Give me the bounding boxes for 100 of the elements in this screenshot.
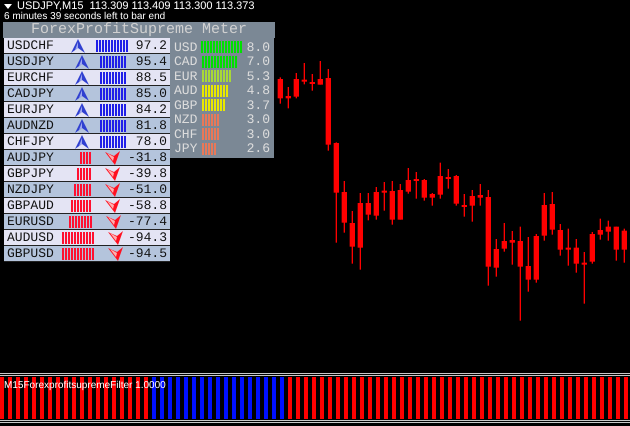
- pair-value: -39.8: [126, 166, 167, 181]
- pair-value: 97.2: [134, 38, 167, 53]
- strength-bars: [100, 104, 126, 116]
- strength-bars: [100, 72, 126, 84]
- candle: [286, 87, 291, 108]
- down-arrow-icon: [105, 150, 121, 164]
- currency-value: 3.0: [246, 112, 270, 128]
- pair-name: CHFJPY: [7, 134, 55, 149]
- candle: [342, 181, 347, 233]
- pair-value: -94.3: [128, 230, 167, 245]
- pair-name: EURJPY: [7, 102, 55, 117]
- up-arrow-icon: [74, 118, 90, 132]
- down-arrow-icon: [106, 214, 122, 228]
- currency-name: AUD: [174, 83, 198, 98]
- candle: [446, 169, 451, 189]
- candle: [526, 237, 531, 292]
- candle: [278, 77, 283, 104]
- candle: [590, 232, 595, 264]
- down-arrow-icon: [105, 198, 121, 212]
- candle: [606, 220, 611, 241]
- strength-bars: [100, 136, 126, 148]
- candle: [598, 218, 603, 240]
- pair-name: AUDJPY: [7, 150, 55, 165]
- currency-name: GBP: [174, 98, 198, 113]
- pair-value: -58.8: [126, 198, 167, 213]
- pair-value: 84.2: [134, 102, 167, 117]
- pair-value: 88.5: [134, 70, 167, 85]
- strength-bars: [77, 168, 91, 180]
- candle: [382, 182, 387, 211]
- up-arrow-icon: [70, 38, 86, 52]
- up-arrow-icon: [74, 86, 90, 100]
- candle: [294, 73, 299, 98]
- currency-value: 3.0: [246, 126, 270, 142]
- currency-value: 2.6: [246, 141, 270, 156]
- currency-name: USD: [174, 40, 198, 55]
- currency-name: JPY: [174, 141, 198, 156]
- countdown-text: 6 minutes 39 seconds left to bar end: [3, 12, 166, 22]
- dropdown-icon[interactable]: [4, 4, 12, 8]
- pair-name: GBPAUD: [7, 198, 55, 213]
- currency-name: NZD: [174, 112, 198, 128]
- pair-value: -31.8: [126, 150, 167, 165]
- candle: [318, 61, 323, 85]
- pair-name: EURUSD: [7, 214, 55, 229]
- strength-bars: [62, 248, 94, 260]
- currency-value: 4.8: [246, 83, 270, 98]
- currency-value: 7.0: [246, 54, 270, 70]
- pair-name: AUDNZD: [7, 118, 55, 133]
- pair-name: NZDJPY: [7, 182, 55, 197]
- candle: [622, 228, 627, 263]
- pair-value: -51.0: [126, 182, 167, 197]
- currency-value: 3.7: [246, 98, 270, 113]
- currency-value: 8.0: [246, 40, 270, 55]
- candle: [494, 239, 499, 277]
- symbol-quote: USDJPY,M15 113.309 113.409 113.300 113.373: [17, 0, 254, 12]
- candle: [390, 181, 395, 225]
- pair-value: 78.0: [134, 134, 167, 149]
- strength-bars: [71, 200, 91, 212]
- candle: [502, 223, 507, 252]
- pair-value: -77.4: [126, 214, 167, 229]
- strength-bars: [100, 120, 126, 132]
- pair-name: AUDUSD: [7, 230, 55, 245]
- candle: [454, 175, 459, 206]
- candle: [470, 190, 475, 222]
- candle: [374, 187, 379, 220]
- down-arrow-icon: [108, 246, 124, 260]
- meter-title: ForexProfitSupreme Meter: [3, 22, 275, 38]
- candle: [406, 168, 411, 194]
- pair-value: 81.8: [134, 118, 167, 133]
- pair-name: EURCHF: [7, 70, 55, 85]
- candle: [366, 193, 371, 220]
- candle: [350, 211, 355, 264]
- candle: [566, 228, 571, 266]
- candle: [614, 226, 619, 261]
- candle: [582, 252, 587, 304]
- strength-bars: [96, 40, 128, 52]
- pair-value: 85.0: [134, 86, 167, 101]
- up-arrow-icon: [74, 102, 90, 116]
- candle: [558, 224, 563, 256]
- down-arrow-icon: [105, 166, 121, 180]
- up-arrow-icon: [74, 134, 90, 148]
- pair-name: USDCHF: [7, 38, 55, 53]
- up-arrow-icon: [74, 54, 90, 68]
- pair-name: GBPUSD: [7, 246, 55, 261]
- strength-bars: [80, 152, 91, 164]
- candle: [438, 162, 443, 199]
- candle: [462, 194, 467, 217]
- down-arrow-icon: [108, 230, 124, 244]
- strength-bars: [62, 232, 94, 244]
- currency-name: CAD: [174, 54, 198, 70]
- strength-bars: [69, 216, 92, 228]
- candle: [534, 234, 539, 283]
- candle: [430, 193, 435, 206]
- currency-name: EUR: [174, 68, 198, 84]
- candle: [574, 239, 579, 273]
- indicator-label: M15ForexprofitsupremeFilter 1.0000: [4, 380, 166, 391]
- currency-value: 5.3: [246, 68, 270, 84]
- candle: [510, 231, 515, 265]
- candle: [414, 172, 419, 199]
- strength-bars: [74, 184, 91, 196]
- pair-name: GBPJPY: [7, 166, 55, 181]
